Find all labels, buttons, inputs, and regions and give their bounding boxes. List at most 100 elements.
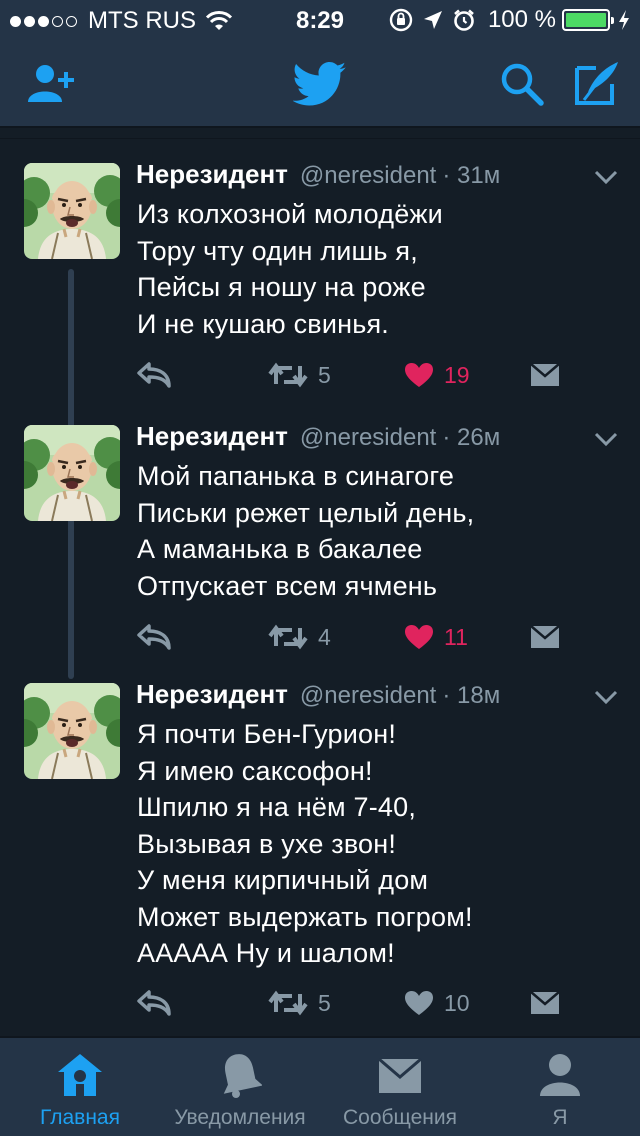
tweet-time: · 18м [442, 682, 501, 709]
retweet-button[interactable]: 4 [268, 617, 331, 657]
author-name[interactable]: Нерезидент [136, 679, 288, 710]
alarm-icon [454, 9, 474, 31]
retweet-icon [268, 990, 308, 1016]
author-handle: @neresident [299, 162, 437, 189]
tweet[interactable]: Нерезидент @neresident · 31м Из колхозно… [0, 139, 640, 401]
retweet-icon [268, 362, 308, 388]
like-count: 11 [444, 623, 468, 650]
heart-icon [405, 625, 433, 649]
avatar[interactable] [24, 425, 120, 521]
battery-icon [562, 9, 614, 31]
tweet-header: Нерезидент @neresident · 31м [136, 159, 500, 193]
home-icon [58, 1054, 102, 1096]
avatar[interactable] [24, 163, 120, 259]
chevron-down-icon[interactable] [594, 689, 618, 705]
battery-tip [611, 17, 614, 24]
tweet[interactable]: Нерезидент @neresident · 26м Мой папаньк… [0, 401, 640, 661]
tweet-time: · 26м [442, 424, 501, 451]
reply-icon [137, 990, 171, 1016]
compose-icon[interactable] [574, 60, 620, 106]
avatar-illustration [24, 425, 120, 521]
chevron-down-icon[interactable] [594, 169, 618, 185]
envelope-icon [378, 1058, 422, 1093]
twitter-app: MTS RUS 8:29 100 % Нерезидент @neresiden… [0, 0, 640, 1136]
tweet-header: Нерезидент @neresident · 18м [136, 679, 500, 713]
twitter-bird-icon [293, 62, 346, 106]
author-handle: @neresident [299, 682, 437, 709]
like-count: 10 [444, 989, 470, 1016]
bell-icon [223, 1054, 262, 1098]
envelope-icon [530, 363, 560, 386]
envelope-icon [530, 625, 560, 648]
tab-label: Уведомления [174, 1106, 306, 1129]
tweet-line: Шпилю я на нём 7-40, [137, 792, 417, 822]
tweet-line: Пейсы я ношу на роже [137, 272, 426, 302]
profile-icon [540, 1054, 580, 1096]
tweet-actions: 5 19 [136, 355, 576, 395]
tab-home[interactable]: Главная [0, 1038, 160, 1136]
like-count: 19 [444, 361, 470, 388]
direct-message-button[interactable] [530, 617, 560, 657]
tweet-line: И не кушаю свинья. [137, 308, 390, 339]
tweet-text: Из колхозной молодёжи Тору чту один лишь… [137, 196, 617, 342]
tweet-line: Я имею саксофон! [137, 755, 373, 786]
tweet-line: Может выдержать погром! [137, 901, 473, 932]
tweet-line: Тору чту один лишь я, [137, 235, 418, 266]
like-button[interactable]: 19 [404, 355, 470, 395]
retweet-icon [268, 624, 308, 650]
tab-profile[interactable]: Я [480, 1038, 640, 1136]
reply-icon [137, 362, 171, 388]
tweet-header: Нерезидент @neresident · 26м [136, 421, 500, 455]
retweet-count: 4 [318, 623, 331, 650]
tweet-time: · 31м [442, 162, 501, 189]
tab-label: Я [552, 1106, 568, 1129]
tweet-line: Письки режет целый день, [137, 497, 475, 528]
retweet-button[interactable]: 5 [268, 355, 331, 395]
tweet-line: Вызывая в ухе звон! [137, 828, 397, 859]
tweet-text: Мой папанька в синагоге Письки режет цел… [137, 458, 617, 604]
retweet-count: 5 [318, 989, 331, 1016]
author-handle: @neresident [299, 424, 437, 451]
author-name[interactable]: Нерезидент [136, 421, 288, 452]
battery-level [566, 13, 606, 27]
add-user-icon[interactable] [26, 62, 78, 106]
reply-icon [137, 624, 171, 650]
tweet-actions: 4 11 [136, 617, 576, 657]
timeline-feed[interactable]: Нерезидент @neresident · 31м Из колхозно… [0, 138, 640, 1036]
retweet-button[interactable]: 5 [268, 983, 331, 1023]
reply-button[interactable] [136, 617, 172, 657]
tweet[interactable]: Нерезидент @neresident · 18м Я почти Бен… [0, 659, 640, 1037]
avatar[interactable] [24, 683, 120, 779]
heart-icon [405, 363, 433, 387]
like-button[interactable]: 11 [404, 617, 468, 657]
tweet-line: У меня кирпичный дом [137, 865, 429, 895]
avatar-illustration [24, 163, 120, 259]
tweet-line: Я почти Бен-Гурион! [137, 719, 397, 749]
tweet-line: Из колхозной молодёжи [137, 199, 443, 229]
avatar-illustration [24, 683, 120, 779]
reply-button[interactable] [136, 355, 172, 395]
direct-message-button[interactable] [530, 983, 560, 1023]
location-icon [423, 11, 442, 29]
reply-button[interactable] [136, 983, 172, 1023]
chevron-down-icon[interactable] [594, 431, 618, 447]
search-icon[interactable] [500, 62, 544, 106]
tab-notifications[interactable]: Уведомления [160, 1038, 320, 1136]
tweet-text: Я почти Бен-Гурион! Я имею саксофон! Шпи… [137, 716, 617, 972]
tweet-line: ААААА Ну и шалом! [137, 938, 395, 968]
status-right: 100 % [388, 6, 630, 34]
heart-icon [405, 991, 433, 1015]
tab-label: Главная [40, 1106, 120, 1129]
tweet-line: Мой папанька в синагоге [137, 461, 455, 491]
battery-percent: 100 % [487, 6, 556, 33]
like-button[interactable]: 10 [404, 983, 470, 1023]
charging-icon [619, 10, 629, 30]
tweet-line: А маманька в бакалее [137, 534, 423, 564]
author-name[interactable]: Нерезидент [136, 159, 288, 190]
retweet-count: 5 [318, 361, 331, 388]
orientation-lock-icon [389, 8, 413, 32]
status-bar: MTS RUS 8:29 100 % [0, 0, 640, 40]
direct-message-button[interactable] [530, 355, 560, 395]
tab-messages[interactable]: Сообщения [320, 1038, 480, 1136]
tweet-actions: 5 10 [136, 983, 576, 1023]
